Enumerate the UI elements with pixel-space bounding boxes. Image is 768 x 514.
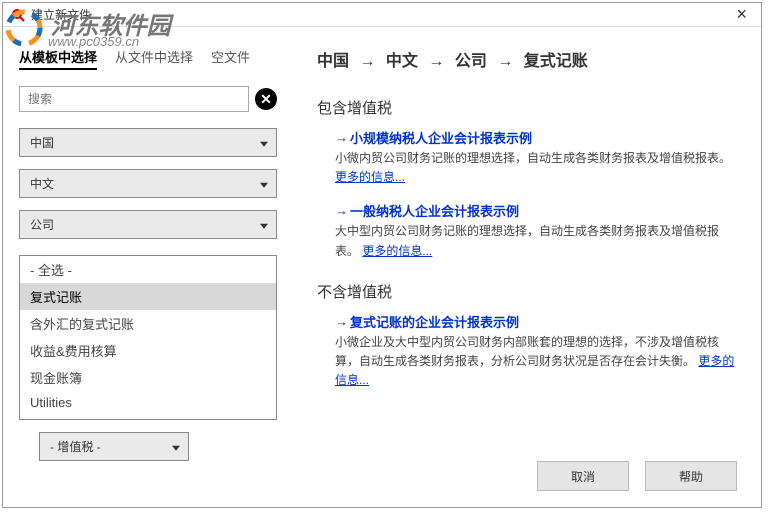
template-item: →小规模纳税人企业会计报表示例 小微内贸公司财务记账的理想选择，自动生成各类财务… — [317, 128, 737, 187]
left-panel: 从模板中选择 从文件中选择 空文件 ✕ 中国 中文 公司 - 全选 - 复式记账… — [3, 27, 293, 507]
window-title: 建立新文件 — [31, 6, 730, 23]
arrow-right-icon: → — [335, 314, 348, 329]
list-item[interactable]: - 全选 - — [20, 256, 276, 283]
tab-empty-file[interactable]: 空文件 — [211, 47, 250, 70]
list-item[interactable]: 含外汇的复式记账 — [20, 310, 276, 337]
app-icon — [11, 8, 25, 22]
list-item[interactable]: 收益&费用核算 — [20, 337, 276, 364]
breadcrumb-arrow-icon: → — [359, 53, 375, 70]
type-listbox[interactable]: - 全选 - 复式记账 含外汇的复式记账 收益&费用核算 现金账簿 Utilit… — [19, 255, 277, 420]
more-info-link[interactable]: 更多的信息... — [335, 170, 405, 184]
arrow-right-icon: → — [335, 203, 348, 218]
breadcrumb-part: 中文 — [386, 53, 418, 70]
category-dropdown[interactable]: 公司 — [19, 210, 277, 239]
help-button[interactable]: 帮助 — [645, 461, 737, 491]
country-dropdown[interactable]: 中国 — [19, 128, 277, 157]
search-input[interactable] — [19, 86, 249, 112]
vat-dropdown[interactable]: - 增值税 - — [39, 432, 189, 461]
section-without-vat: 不含增值税 — [317, 281, 737, 302]
language-dropdown[interactable]: 中文 — [19, 169, 277, 198]
template-item: →一般纳税人企业会计报表示例 大中型内贸公司财务记账的理想选择，自动生成各类财务… — [317, 201, 737, 260]
list-item[interactable]: Utilities — [20, 391, 276, 414]
template-link[interactable]: →小规模纳税人企业会计报表示例 — [335, 128, 737, 147]
list-item[interactable]: 现金账簿 — [20, 364, 276, 391]
template-link[interactable]: →复式记账的企业会计报表示例 — [335, 312, 737, 331]
list-item-selected[interactable]: 复式记账 — [20, 283, 276, 310]
breadcrumb: 中国 → 中文 → 公司 → 复式记账 — [317, 47, 737, 71]
template-item: →复式记账的企业会计报表示例 小微企业及大中型内贸公司财务内部账套的理想的选择，… — [317, 312, 737, 391]
tab-from-file[interactable]: 从文件中选择 — [115, 47, 193, 70]
search-row: ✕ — [19, 86, 277, 112]
titlebar: 建立新文件 × — [3, 3, 761, 27]
template-link[interactable]: →一般纳税人企业会计报表示例 — [335, 201, 737, 220]
more-info-link[interactable]: 更多的信息... — [362, 244, 432, 258]
breadcrumb-arrow-icon: → — [497, 53, 513, 70]
breadcrumb-part: 公司 — [455, 53, 487, 70]
section-with-vat: 包含增值税 — [317, 97, 737, 118]
arrow-right-icon: → — [335, 130, 348, 145]
tab-from-template[interactable]: 从模板中选择 — [19, 47, 97, 70]
button-row: 取消 帮助 — [317, 443, 737, 491]
search-clear-icon[interactable]: ✕ — [255, 88, 277, 110]
template-desc: 小微企业及大中型内贸公司财务内部账套的理想的选择，不涉及增值税核算，自动生成各类… — [335, 333, 737, 391]
watermark-url: www.pc0359.cn — [48, 34, 139, 49]
cancel-button[interactable]: 取消 — [537, 461, 629, 491]
template-desc: 小微内贸公司财务记账的理想选择，自动生成各类财务报表及增值税报表。 更多的信息.… — [335, 149, 737, 187]
breadcrumb-part: 复式记账 — [524, 53, 588, 70]
dialog-body: 从模板中选择 从文件中选择 空文件 ✕ 中国 中文 公司 - 全选 - 复式记账… — [3, 27, 761, 507]
close-button[interactable]: × — [730, 4, 753, 25]
breadcrumb-part: 中国 — [317, 53, 349, 70]
dialog-window: 建立新文件 × 从模板中选择 从文件中选择 空文件 ✕ 中国 中文 公司 - 全… — [2, 2, 762, 508]
right-panel: 中国 → 中文 → 公司 → 复式记账 包含增值税 →小规模纳税人企业会计报表示… — [293, 27, 761, 507]
breadcrumb-arrow-icon: → — [428, 53, 444, 70]
template-desc: 大中型内贸公司财务记账的理想选择，自动生成各类财务报表及增值税报表。 更多的信息… — [335, 222, 737, 260]
